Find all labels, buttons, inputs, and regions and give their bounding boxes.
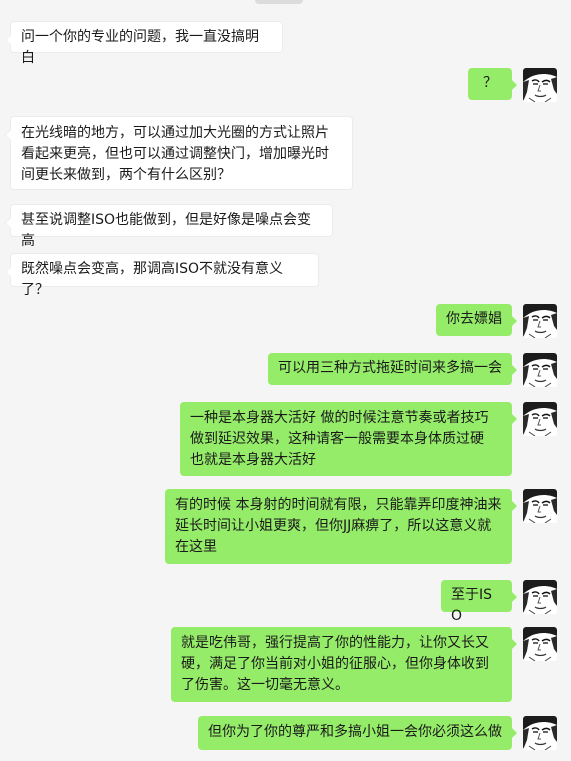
message-bubble[interactable]: 可以用三种方式拖延时间来多搞一会 [268,353,517,385]
message-bubble[interactable]: 你去嫖娼 [436,304,517,336]
message-bubble[interactable]: 就是吃伟哥，强行提高了你的性能力，让你又长又硬，满足了你当前对小姐的征服心，但你… [171,627,517,702]
message-bubble[interactable]: 甚至说调整ISO也能做到，但是好像是噪点会变高 [5,204,333,249]
message-bubble[interactable]: 至于ISO [441,580,517,624]
avatar[interactable] [523,68,557,102]
avatar[interactable] [523,489,557,523]
avatar-image [523,716,557,750]
avatar-image [523,402,557,436]
avatar[interactable] [523,580,557,614]
message-bubble[interactable]: 有的时候 本身射的时间就有限，只能靠弄印度神油来延长时间让小姐更爽，但你JJ麻痹… [165,489,517,564]
message-bubble[interactable]: ？ [468,68,517,100]
avatar-image [523,627,557,661]
avatar-image [523,580,557,614]
message-bubble[interactable]: 但你为了你的尊严和多搞小姐一会你必须这么做 [198,716,517,750]
avatar-image [523,353,557,387]
avatar[interactable] [523,627,557,661]
avatar-image [523,489,557,523]
message-bubble[interactable]: 既然噪点会变高，那调高ISO不就没有意义了？ [5,253,319,298]
avatar-image [523,304,557,338]
message-bubble[interactable]: 在光线暗的地方，可以通过加大光圈的方式让照片看起来更亮，但也可以通过调整快门，增… [5,116,353,190]
avatar[interactable] [523,402,557,436]
avatar[interactable] [523,353,557,387]
avatar[interactable] [523,304,557,338]
avatar[interactable] [523,716,557,750]
message-bubble[interactable]: 一种是本身器大活好 做的时候注意节奏或者技巧做到延迟效果，这种请客一般需要本身体… [180,402,517,476]
top-indicator [255,0,303,4]
avatar-image [523,68,557,102]
message-bubble[interactable]: 问一个你的专业的问题，我一直没搞明白 [5,21,283,66]
